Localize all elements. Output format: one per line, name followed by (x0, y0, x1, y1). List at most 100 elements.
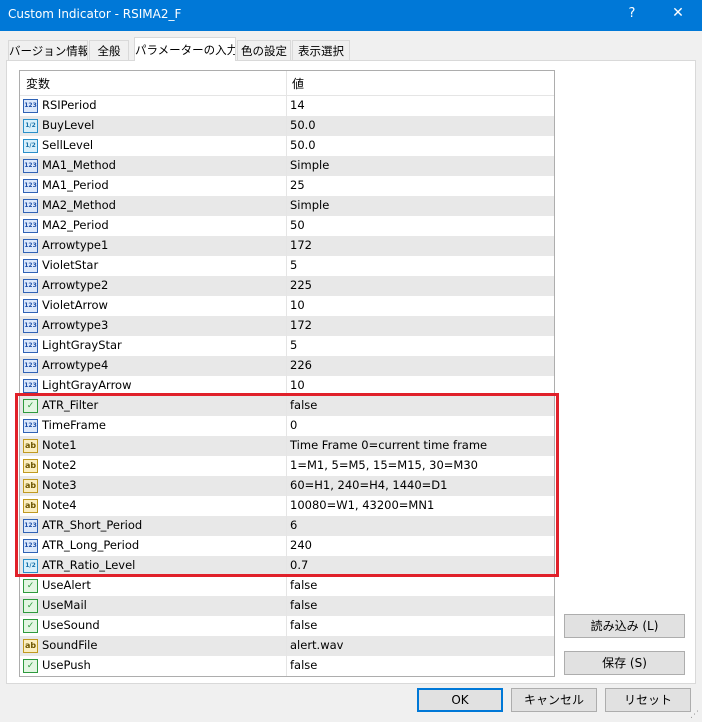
parameter-value[interactable]: false (290, 398, 317, 412)
parameter-row[interactable]: ab Note3 60=H1, 240=H4, 1440=D1 (20, 476, 554, 496)
parameter-value[interactable]: 50 (290, 218, 305, 232)
parameter-value[interactable]: 226 (290, 358, 312, 372)
grid-header: 変数 値 (20, 71, 554, 96)
str-type-icon: ab (23, 439, 38, 453)
parameter-row[interactable]: ✓ UseSound false (20, 616, 554, 636)
bool-type-icon: ✓ (23, 619, 38, 633)
parameter-value[interactable]: false (290, 618, 317, 632)
parameter-row[interactable]: ab Note2 1=M1, 5=M5, 15=M15, 30=M30 (20, 456, 554, 476)
parameter-value[interactable]: 0.7 (290, 558, 308, 572)
tab-colors[interactable]: 色の設定 (237, 40, 291, 60)
parameter-name: MA2_Method (42, 198, 116, 212)
parameter-row[interactable]: 123 MA1_Period 25 (20, 176, 554, 196)
tab-general[interactable]: 全般 (89, 40, 129, 60)
parameter-name: MA1_Period (42, 178, 109, 192)
parameter-row[interactable]: 123 Arrowtype2 225 (20, 276, 554, 296)
int-type-icon: 123 (23, 219, 38, 233)
tab-parameters[interactable]: パラメーターの入力 (134, 37, 236, 61)
parameter-value[interactable]: false (290, 658, 317, 672)
parameter-row[interactable]: ab Note4 10080=W1, 43200=MN1 (20, 496, 554, 516)
parameter-row[interactable]: ab SoundFile alert.wav (20, 636, 554, 656)
parameter-row[interactable]: 123 RSIPeriod 14 (20, 96, 554, 116)
parameter-row[interactable]: 123 Arrowtype3 172 (20, 316, 554, 336)
parameter-value[interactable]: alert.wav (290, 638, 343, 652)
parameter-value[interactable]: 10 (290, 298, 305, 312)
tab-version-info[interactable]: バージョン情報 (8, 40, 88, 60)
parameter-name: VioletArrow (42, 298, 108, 312)
parameter-value[interactable]: false (290, 578, 317, 592)
parameter-row[interactable]: 123 Arrowtype4 226 (20, 356, 554, 376)
parameter-row[interactable]: ✓ UseMail false (20, 596, 554, 616)
parameter-value[interactable]: 225 (290, 278, 312, 292)
parameter-row[interactable]: ab Note1 Time Frame 0=current time frame (20, 436, 554, 456)
dbl-type-icon: 1/2 (23, 119, 38, 133)
help-icon[interactable]: ? (622, 6, 642, 21)
parameter-name: UsePush (42, 658, 91, 672)
parameter-row[interactable]: 1/2 BuyLevel 50.0 (20, 116, 554, 136)
save-button[interactable]: 保存 (S) (564, 651, 685, 675)
parameter-value[interactable]: 50.0 (290, 118, 316, 132)
parameter-row[interactable]: 1/2 ATR_Ratio_Level 0.7 (20, 556, 554, 576)
parameter-value[interactable]: 240 (290, 538, 312, 552)
parameter-name: LightGrayStar (42, 338, 122, 352)
parameter-value[interactable]: 10080=W1, 43200=MN1 (290, 498, 434, 512)
parameter-name: TimeFrame (42, 418, 106, 432)
parameter-row[interactable]: 1/2 SellLevel 50.0 (20, 136, 554, 156)
parameter-row[interactable]: 123 LightGrayArrow 10 (20, 376, 554, 396)
parameter-value[interactable]: 60=H1, 240=H4, 1440=D1 (290, 478, 447, 492)
parameter-value[interactable]: 1=M1, 5=M5, 15=M15, 30=M30 (290, 458, 478, 472)
int-type-icon: 123 (23, 299, 38, 313)
parameter-row[interactable]: 123 Arrowtype1 172 (20, 236, 554, 256)
parameter-name: ATR_Filter (42, 398, 99, 412)
bool-type-icon: ✓ (23, 399, 38, 413)
parameter-name: Arrowtype1 (42, 238, 109, 252)
parameter-name: MA2_Period (42, 218, 109, 232)
cancel-button[interactable]: キャンセル (511, 688, 597, 712)
parameter-value[interactable]: 10 (290, 378, 305, 392)
parameter-row[interactable]: ✓ ATR_Filter false (20, 396, 554, 416)
window-title: Custom Indicator - RSIMA2_F (8, 7, 182, 21)
parameter-value[interactable]: Time Frame 0=current time frame (290, 438, 487, 452)
tab-strip: バージョン情報 全般 パラメーターの入力 色の設定 表示選択 (0, 37, 702, 61)
parameter-name: Note2 (42, 458, 77, 472)
parameter-name: Arrowtype3 (42, 318, 109, 332)
parameter-value[interactable]: 172 (290, 318, 312, 332)
parameter-name: SellLevel (42, 138, 94, 152)
parameter-row[interactable]: 123 MA2_Period 50 (20, 216, 554, 236)
tab-visualization[interactable]: 表示選択 (292, 40, 350, 60)
parameter-row[interactable]: 123 MA2_Method Simple (20, 196, 554, 216)
load-button[interactable]: 読み込み (L) (564, 614, 685, 638)
column-header-value[interactable]: 値 (292, 75, 304, 92)
parameter-row[interactable]: ✓ UseAlert false (20, 576, 554, 596)
column-header-variable[interactable]: 変数 (26, 75, 50, 92)
ok-button[interactable]: OK (417, 688, 503, 712)
parameter-value[interactable]: 172 (290, 238, 312, 252)
resize-grip-icon[interactable]: ⋰ (690, 710, 700, 720)
parameter-value[interactable]: 5 (290, 258, 297, 272)
parameter-value[interactable]: 25 (290, 178, 305, 192)
parameter-row[interactable]: 123 ATR_Long_Period 240 (20, 536, 554, 556)
parameter-value[interactable]: Simple (290, 158, 329, 172)
parameter-value[interactable]: 5 (290, 338, 297, 352)
close-icon[interactable]: ✕ (668, 5, 688, 21)
parameter-row[interactable]: 123 LightGrayStar 5 (20, 336, 554, 356)
parameter-row[interactable]: 123 MA1_Method Simple (20, 156, 554, 176)
parameter-name: Note1 (42, 438, 77, 452)
parameter-row[interactable]: ✓ UsePush false (20, 656, 554, 676)
parameter-value[interactable]: 0 (290, 418, 297, 432)
parameter-value[interactable]: false (290, 598, 317, 612)
parameter-name: MA1_Method (42, 158, 116, 172)
parameter-value[interactable]: 6 (290, 518, 297, 532)
parameter-value[interactable]: 14 (290, 98, 305, 112)
reset-button[interactable]: リセット (605, 688, 691, 712)
str-type-icon: ab (23, 639, 38, 653)
parameter-row[interactable]: 123 VioletStar 5 (20, 256, 554, 276)
parameter-name: ATR_Short_Period (42, 518, 143, 532)
parameter-row[interactable]: 123 ATR_Short_Period 6 (20, 516, 554, 536)
parameter-value[interactable]: Simple (290, 198, 329, 212)
parameters-grid[interactable]: 変数 値 123 RSIPeriod 14 1/2 BuyLevel 50.0 1/2 Sel… (19, 70, 555, 677)
parameter-value[interactable]: 50.0 (290, 138, 316, 152)
int-type-icon: 123 (23, 419, 38, 433)
parameter-row[interactable]: 123 TimeFrame 0 (20, 416, 554, 436)
parameter-row[interactable]: 123 VioletArrow 10 (20, 296, 554, 316)
